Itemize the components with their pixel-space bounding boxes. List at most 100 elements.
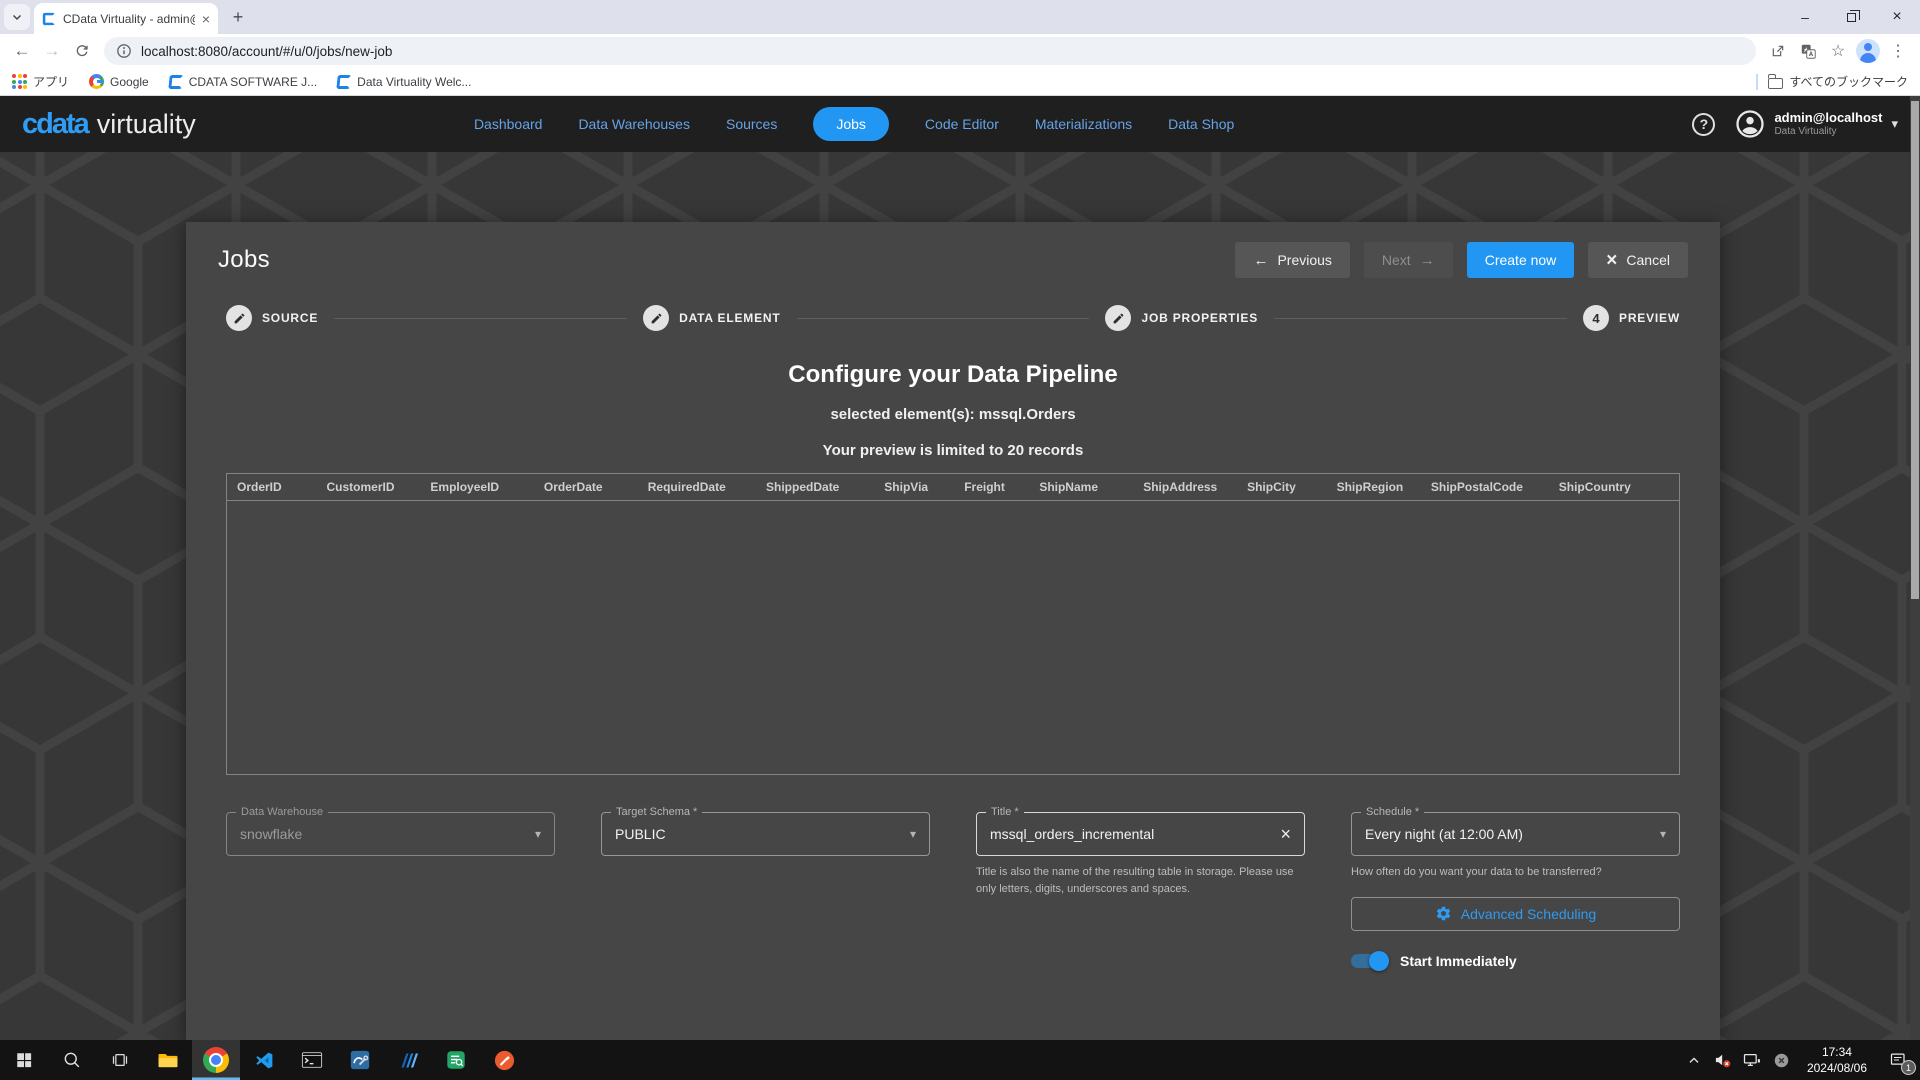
reload-icon — [76, 45, 88, 57]
column-header: OrderID — [237, 480, 282, 494]
restore-icon — [1846, 9, 1860, 22]
windows-logo-icon — [17, 1053, 32, 1068]
network-button[interactable] — [1738, 1040, 1767, 1080]
notification-badge: 1 — [1901, 1060, 1916, 1075]
nav-item-data-warehouses[interactable]: Data Warehouses — [578, 116, 690, 132]
data-warehouse-select[interactable]: Data Warehouse snowflake ▾ — [226, 805, 555, 969]
chrome-button[interactable] — [192, 1040, 240, 1080]
column-header: OrderDate — [543, 480, 603, 494]
terminal-button[interactable] — [288, 1040, 336, 1080]
table-body — [227, 501, 1679, 774]
preview-table: OrderID CustomerID EmployeeID OrderDate … — [226, 473, 1680, 775]
vscode-icon — [255, 1052, 272, 1068]
orange-tool-icon — [494, 1050, 514, 1070]
volume-button[interactable] — [1709, 1040, 1738, 1080]
help-button[interactable]: ? — [1692, 112, 1716, 136]
nav-item-sources[interactable]: Sources — [726, 116, 777, 132]
step-source[interactable]: SOURCE — [226, 305, 318, 331]
next-button[interactable]: Next → — [1363, 242, 1453, 278]
search-button[interactable] — [48, 1040, 96, 1080]
translate-button[interactable] — [1794, 37, 1822, 65]
layers-icon — [401, 1053, 418, 1067]
notes-search-icon — [447, 1051, 465, 1069]
reload-button[interactable] — [68, 37, 96, 65]
user-menu[interactable]: admin@localhost Data Virtuality ▾ — [1735, 109, 1898, 139]
browser-tab[interactable]: CData Virtuality - admin@locall × — [34, 3, 218, 34]
toggle-knob — [1369, 950, 1389, 971]
window-restore-button[interactable] — [1828, 0, 1874, 34]
new-tab-button[interactable]: + — [224, 3, 252, 31]
pencil-icon — [643, 305, 670, 331]
title-input[interactable] — [990, 826, 1273, 842]
clear-title-icon[interactable]: × — [1280, 825, 1291, 843]
url-bar[interactable]: localhost:8080/account/#/u/0/jobs/new-jo… — [104, 37, 1756, 65]
nav-item-code-editor[interactable]: Code Editor — [925, 116, 999, 132]
bookmark-label: Data Virtuality Welc... — [357, 74, 472, 89]
translate-icon — [1801, 44, 1816, 59]
window-close-button[interactable]: × — [1874, 0, 1920, 34]
cdata-icon — [167, 74, 184, 89]
bookmark-star-button[interactable]: ☆ — [1824, 37, 1852, 65]
notification-center-button[interactable]: 1 — [1878, 1040, 1920, 1080]
layers-app-button[interactable] — [384, 1040, 432, 1080]
file-explorer-button[interactable] — [144, 1040, 192, 1080]
forward-button[interactable]: → — [38, 37, 66, 65]
advanced-scheduling-button[interactable]: Advanced Scheduling — [1351, 896, 1680, 931]
step-data-element[interactable]: DATA ELEMENT — [643, 305, 780, 331]
window-menu-button[interactable] — [4, 4, 30, 30]
pipeline-heading: Configure your Data Pipeline — [788, 361, 1118, 388]
taskbar-clock[interactable]: 17:34 2024/08/06 — [1796, 1044, 1878, 1076]
cdata-icon — [336, 74, 352, 89]
cancel-button[interactable]: × Cancel — [1588, 242, 1688, 278]
nav-item-jobs[interactable]: Jobs — [813, 107, 889, 141]
wizard-stepper: SOURCE DATA ELEMENT JOB PROPERTIES 4 PRE… — [226, 305, 1680, 331]
all-bookmarks-label: すべてのブックマーク — [1789, 75, 1908, 89]
terminal-icon — [301, 1052, 323, 1068]
column-header: EmployeeID — [430, 480, 500, 494]
step-label: JOB PROPERTIES — [1141, 311, 1259, 325]
browser-toolbar: ← → localhost:8080/account/#/u/0/jobs/ne… — [0, 34, 1920, 68]
back-button[interactable]: ← — [8, 37, 36, 65]
chevron-up-icon — [1689, 1057, 1699, 1063]
all-bookmarks-button[interactable]: すべてのブックマーク — [1767, 73, 1908, 90]
bookmarks-divider — [1756, 73, 1759, 90]
cdata-favicon-icon — [42, 12, 56, 25]
logo[interactable]: cdata virtuality — [22, 108, 196, 141]
open-in-new-button[interactable] — [1764, 37, 1792, 65]
create-now-button[interactable]: Create now — [1466, 242, 1575, 278]
step-job-properties[interactable]: JOB PROPERTIES — [1105, 305, 1258, 331]
misc-app-button[interactable] — [480, 1040, 528, 1080]
gear-icon — [1436, 906, 1450, 921]
tab-close-icon[interactable]: × — [202, 12, 210, 26]
pencil-icon — [226, 305, 252, 331]
status-button[interactable] — [1767, 1040, 1796, 1080]
start-immediately-toggle[interactable] — [1351, 950, 1389, 971]
task-view-button[interactable] — [96, 1040, 144, 1080]
tray-expand-button[interactable] — [1680, 1040, 1709, 1080]
bookmark-cdata-software[interactable]: CDATA SOFTWARE J... — [167, 74, 317, 89]
window-minimize-button[interactable]: – — [1782, 0, 1828, 34]
column-header: Freight — [964, 480, 1005, 494]
preview-note: Your preview is limited to 20 records — [822, 442, 1084, 459]
notes-app-button[interactable] — [432, 1040, 480, 1080]
vscode-button[interactable] — [240, 1040, 288, 1080]
bookmark-apps[interactable]: アプリ — [12, 73, 69, 90]
site-info-icon[interactable] — [116, 43, 132, 59]
scrollbar-thumb[interactable] — [1911, 101, 1919, 599]
bookmark-google[interactable]: Google — [89, 74, 149, 89]
profile-button[interactable] — [1854, 37, 1882, 65]
step-preview[interactable]: 4 PREVIEW — [1583, 305, 1680, 331]
database-tool-button[interactable] — [336, 1040, 384, 1080]
bookmark-data-virtuality[interactable]: Data Virtuality Welc... — [336, 74, 472, 89]
page-scrollbar[interactable] — [1910, 96, 1920, 1040]
nav-item-dashboard[interactable]: Dashboard — [474, 116, 543, 132]
nav-item-materializations[interactable]: Materializations — [1035, 116, 1132, 132]
nav-item-data-shop[interactable]: Data Shop — [1168, 116, 1234, 132]
target-schema-select[interactable]: Target Schema * PUBLIC ▾ — [601, 805, 930, 969]
browser-menu-button[interactable]: ⋮ — [1884, 37, 1912, 65]
previous-button[interactable]: ← Previous — [1235, 242, 1350, 278]
chevron-down-icon: ▾ — [1891, 116, 1898, 131]
field-value: Every night (at 12:00 AM) — [1365, 826, 1523, 842]
main-nav: Dashboard Data Warehouses Sources Jobs C… — [474, 107, 1234, 141]
start-button[interactable] — [0, 1040, 48, 1080]
